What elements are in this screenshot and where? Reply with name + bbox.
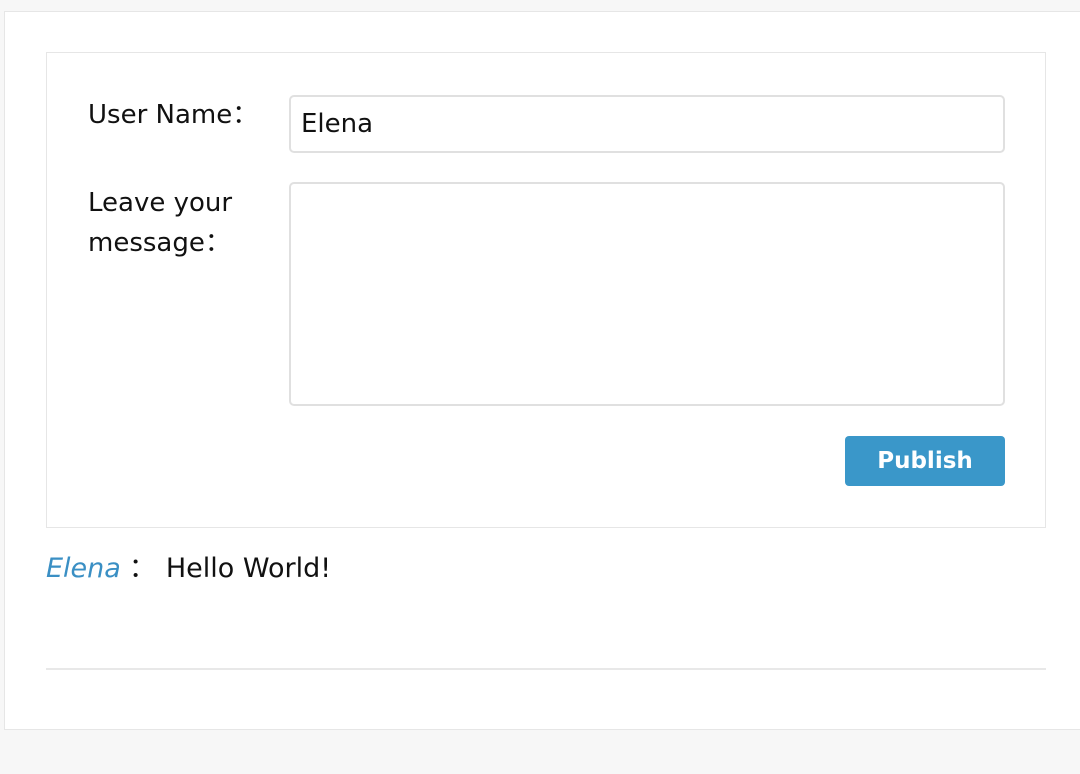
message-textarea[interactable] bbox=[289, 182, 1005, 406]
message-label: Leave your message： bbox=[88, 188, 233, 258]
comment-author-link[interactable]: Elena bbox=[46, 553, 121, 584]
message-form: User Name： Leave your message： Publish bbox=[46, 52, 1046, 528]
comment-item: Elena： Hello World! bbox=[46, 549, 331, 589]
user-name-input[interactable] bbox=[289, 95, 1005, 153]
comment-text: Hello World! bbox=[165, 553, 332, 584]
divider bbox=[46, 668, 1046, 670]
page-card: User Name： Leave your message： Publish E… bbox=[4, 11, 1080, 730]
user-name-label: User Name： bbox=[88, 100, 259, 130]
comment-separator: ： bbox=[128, 553, 156, 584]
publish-button[interactable]: Publish bbox=[845, 436, 1005, 486]
